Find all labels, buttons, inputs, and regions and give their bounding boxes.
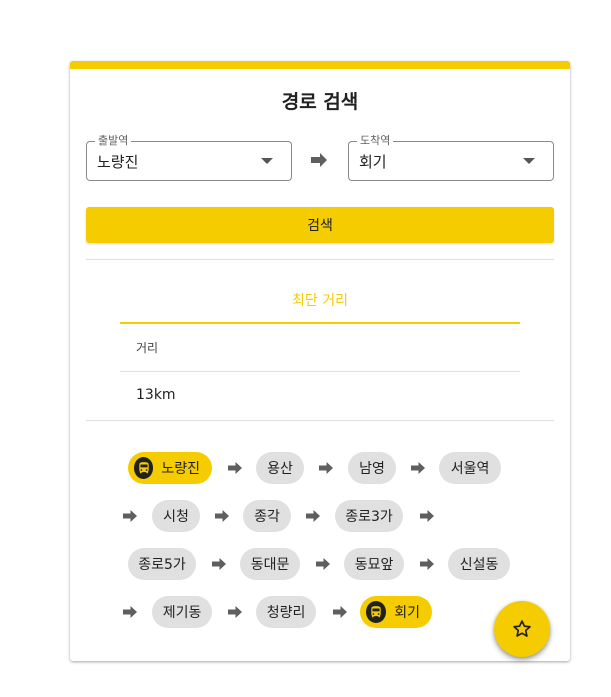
station-name: 노량진	[161, 461, 200, 477]
station-name: 동묘앞	[354, 557, 394, 573]
station-chip[interactable]: 동묘앞	[344, 548, 404, 580]
station-name: 회기	[394, 605, 420, 621]
station-chip-start[interactable]: 노량진	[128, 452, 212, 484]
arrow-right-icon	[333, 606, 347, 618]
arrow-right-icon	[212, 558, 226, 570]
station-name: 동대문	[250, 557, 290, 573]
station-chip[interactable]: 종각	[243, 500, 291, 532]
arrow-right-icon	[215, 510, 229, 522]
arrow-right-icon	[123, 510, 137, 522]
station-name: 서울역	[450, 461, 490, 477]
station-chip[interactable]: 청량리	[256, 596, 316, 628]
star-outline-icon	[513, 620, 531, 637]
arrow-right-icon	[319, 462, 333, 474]
route-search-card: 경로 검색 출발역 노량진 도착역 회기 검색 최단 거리 거리 13km 노량…	[70, 61, 570, 661]
favorite-button[interactable]	[494, 601, 550, 657]
bus-icon	[134, 457, 154, 479]
station-name: 시청	[163, 509, 189, 525]
station-chip[interactable]: 동대문	[240, 548, 300, 580]
arrow-right-icon	[228, 462, 242, 474]
arrow-right-icon	[316, 558, 330, 570]
station-name: 신설동	[459, 557, 499, 573]
arrow-right-icon	[123, 606, 137, 618]
bus-icon	[366, 601, 387, 623]
station-name: 종각	[254, 509, 280, 525]
station-chip[interactable]: 서울역	[439, 452, 501, 484]
station-name: 청량리	[266, 605, 306, 621]
station-chip[interactable]: 종로3가	[335, 500, 403, 532]
arrow-right-icon	[411, 462, 425, 474]
station-name: 남영	[359, 461, 385, 477]
station-name: 종로3가	[345, 509, 393, 525]
station-name: 용산	[267, 461, 293, 477]
arrow-right-icon	[420, 558, 434, 570]
arrow-right-icon	[306, 510, 320, 522]
station-chip[interactable]: 용산	[256, 452, 304, 484]
station-chip[interactable]: 제기동	[152, 596, 212, 628]
station-chip[interactable]: 남영	[348, 452, 396, 484]
station-chip[interactable]: 시청	[152, 500, 200, 532]
arrow-right-icon	[420, 510, 434, 522]
station-name: 제기동	[162, 605, 202, 621]
route-path: 노량진 용산 남영 서울역시청 종각 종로3가종로5가 동대문 동묘앞 신설동제기동 청량리 회기	[70, 69, 570, 669]
station-chip[interactable]: 종로5가	[128, 548, 196, 580]
station-name: 종로5가	[138, 557, 186, 573]
station-chip[interactable]: 신설동	[448, 548, 510, 580]
station-chip-end[interactable]: 회기	[360, 596, 432, 628]
arrow-right-icon	[228, 606, 242, 618]
